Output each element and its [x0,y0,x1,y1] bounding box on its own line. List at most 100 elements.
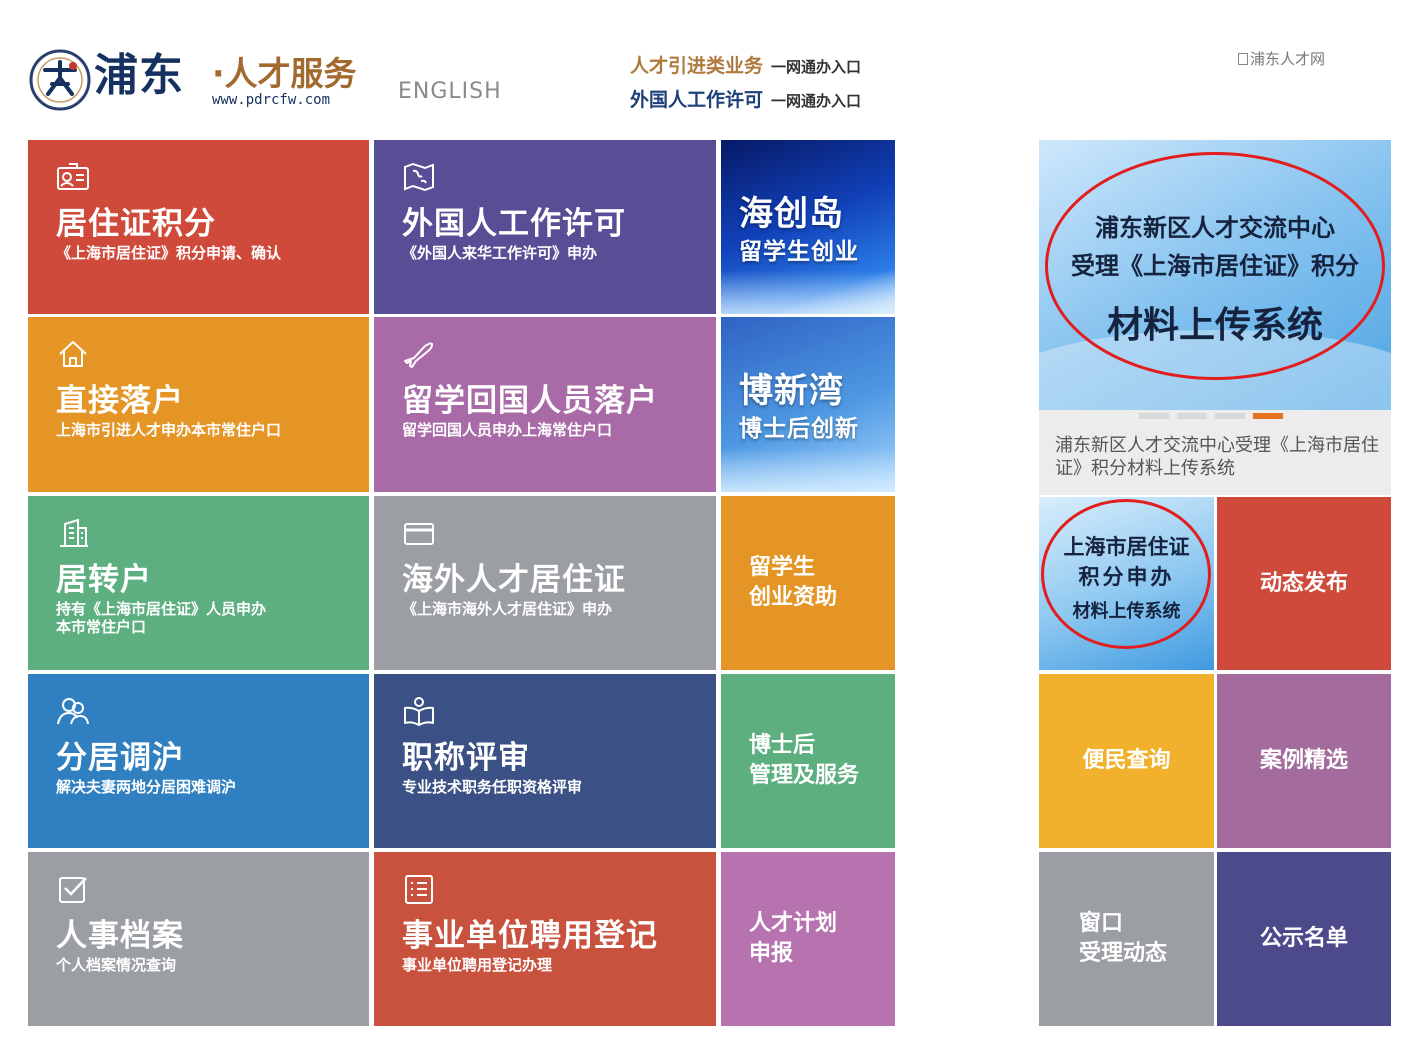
tile-title: 留学回国人员落户 [402,383,658,419]
promo-line: 积分申办 [1078,565,1175,589]
tile-public-list[interactable]: 公示名单 [1217,852,1391,1026]
tile-description: 个人档案情况查询 [56,956,177,974]
tile-label: 博士后 管理及服务 [749,731,859,791]
tile-label: 便民查询 [1039,746,1214,776]
tile-description: 事业单位聘用登记办理 [402,956,553,974]
english-link[interactable]: ENGLISH [398,79,502,104]
tile-label: 窗口 受理动态 [1079,909,1167,969]
checkbox-icon [59,877,87,903]
tile-public-inquiry[interactable]: 便民查询 [1039,674,1214,848]
tile-label: 人才计划 申报 [749,909,837,969]
slide-caption[interactable]: 浦东新区人才交流中心受理《上海市居住证》积分材料上传系统 [1055,434,1381,480]
tile-title: 人事档案 [56,918,184,954]
tile-label-line: 创业资助 [749,585,838,610]
tile-title: 海外人才居住证 [402,562,626,598]
tile-description-line: 本市常住户口 [56,618,147,636]
tile-residence-points[interactable]: 居住证积分 《上海市居住证》积分申请、确认 [28,140,369,314]
slider-dot-2[interactable] [1177,413,1207,419]
site-breadcrumb-label: 浦东人才网 [1250,50,1326,68]
tile-label-line: 公示名单 [1259,926,1348,951]
site-breadcrumb[interactable]: 浦东人才网 [1238,48,1325,69]
tile-label-line: 案例精选 [1259,748,1348,773]
image-placeholder-icon [1238,53,1248,65]
tile-label: 留学生 创业资助 [749,553,837,613]
tile-description: 《外国人来华工作许可》申办 [402,244,598,262]
tile-direct-hukou[interactable]: 直接落户 上海市引进人才申办本市常住户口 [28,317,369,492]
tile-label: 公示名单 [1217,924,1391,954]
tile-title: 外国人工作许可 [402,206,626,242]
banner-subtitle: 留学生创业 [739,239,859,265]
slide-headline-line: 受理《上海市居住证》积分 [1071,252,1359,280]
tile-label-line: 受理动态 [1079,941,1168,966]
tile-talent-plan-application[interactable]: 人才计划 申报 [721,852,895,1026]
tile-label-line: 博士后 [749,733,816,758]
tile-foreign-work-permit[interactable]: 外国人工作许可 《外国人来华工作许可》申办 [374,140,716,314]
tile-description: 《上海市海外人才居住证》申办 [402,600,613,618]
tile-label: 案例精选 [1217,746,1391,776]
promo-line: 上海市居住证 [1063,535,1190,559]
tile-case-selection[interactable]: 案例精选 [1217,674,1391,848]
slide-headline-main: 材料上传系统 [1106,305,1323,346]
slider-dot-4[interactable] [1253,413,1283,419]
slide-image[interactable]: 浦东新区人才交流中心 受理《上海市居住证》积分 材料上传系统 [1039,140,1391,410]
banner-title: 海创岛 [739,194,844,234]
airplane-icon [404,342,434,368]
tile-description: 解决夫妻两地分居困难调沪 [56,778,237,796]
portal-links: 人才引进类业务 一网通办入口 外国人工作许可 一网通办入口 [630,52,861,120]
logo-subtitle: ·人才服务 [212,54,357,93]
portal-link-talent-intro[interactable]: 人才引进类业务 一网通办入口 [630,52,861,86]
tile-title: 居住证积分 [56,206,216,242]
tile-label-line: 便民查询 [1082,748,1171,773]
tile-label-line: 管理及服务 [749,763,860,788]
portal-link-label: 人才引进类业务 [630,55,764,77]
tile-description: 持有《上海市居住证》人员申办 本市常住户口 [56,600,266,636]
tile-label-line: 留学生 [749,555,816,580]
tile-window-updates[interactable]: 窗口 受理动态 [1039,852,1214,1026]
slider-pagination [1139,413,1291,421]
tile-description-line: 持有《上海市居住证》人员申办 [56,600,267,618]
tile-title: 职称评审 [402,740,530,776]
list-icon [405,875,433,904]
tile-label-line: 动态发布 [1259,570,1348,596]
tile-spouse-relocation[interactable]: 分居调沪 解决夫妻两地分居困难调沪 [28,674,369,848]
portal-link-foreign-permit[interactable]: 外国人工作许可 一网通办入口 [630,86,861,120]
tile-institution-employment[interactable]: 事业单位聘用登记 事业单位聘用登记办理 [374,852,716,1026]
slider-dot-1[interactable] [1139,413,1169,419]
banner-haichuangdao[interactable]: 海创岛 留学生创业 [721,140,895,314]
portal-link-label: 外国人工作许可 [630,89,764,111]
site-logo[interactable]: 浦东 ·人才服务 www.pdrcfw.com [28,48,368,114]
promo-residence-points-upload[interactable]: 上海市居住证 积分申办 材料上传系统 [1039,497,1214,670]
slide-headline-line: 浦东新区人才交流中心 [1095,214,1335,242]
tile-title: 居转户 [56,562,152,598]
news-slider[interactable]: 浦东新区人才交流中心 受理《上海市居住证》积分 材料上传系统 浦东新区人才交流中… [1039,140,1391,495]
home-icon [59,341,87,367]
tile-title: 直接落户 [56,383,184,419]
tile-description: 《上海市居住证》积分申请、确认 [56,244,282,262]
tile-news-release[interactable]: 动态发布 [1217,497,1391,670]
banner-skyline-glow [721,270,895,314]
logo-url: www.pdrcfw.com [212,92,331,108]
tile-residence-to-hukou[interactable]: 居转户 持有《上海市居住证》人员申办 本市常住户口 [28,496,369,670]
tile-description: 上海市引进人才申办本市常住户口 [56,421,282,439]
logo-seal-icon [29,49,91,111]
tile-title-evaluation[interactable]: 职称评审 专业技术职务任职资格评审 [374,674,716,848]
tile-postdoc-services[interactable]: 博士后 管理及服务 [721,674,895,848]
tile-personnel-archives[interactable]: 人事档案 个人档案情况查询 [28,852,369,1026]
tile-overseas-student-startup[interactable]: 留学生 创业资助 [721,496,895,670]
tile-overseas-talent-residence[interactable]: 海外人才居住证 《上海市海外人才居住证》申办 [374,496,716,670]
card-icon [404,523,434,545]
banner-title: 博新湾 [739,371,844,411]
reader-book-icon [404,697,434,726]
portal-link-tail: 一网通办入口 [771,92,862,110]
id-card-icon [57,163,89,190]
tile-description: 留学回国人员申办上海常住户口 [402,421,613,439]
building-icon [60,518,88,547]
promo-line: 材料上传系统 [1072,601,1181,622]
portal-link-tail: 一网通办入口 [771,58,862,76]
tile-title: 分居调沪 [56,740,184,776]
tile-returnee-hukou[interactable]: 留学回国人员落户 留学回国人员申办上海常住户口 [374,317,716,492]
couple-icon [57,698,89,725]
tile-label-line: 人才计划 [749,911,838,936]
banner-boxinwan[interactable]: 博新湾 博士后创新 [721,317,895,492]
slider-dot-3[interactable] [1215,413,1245,419]
